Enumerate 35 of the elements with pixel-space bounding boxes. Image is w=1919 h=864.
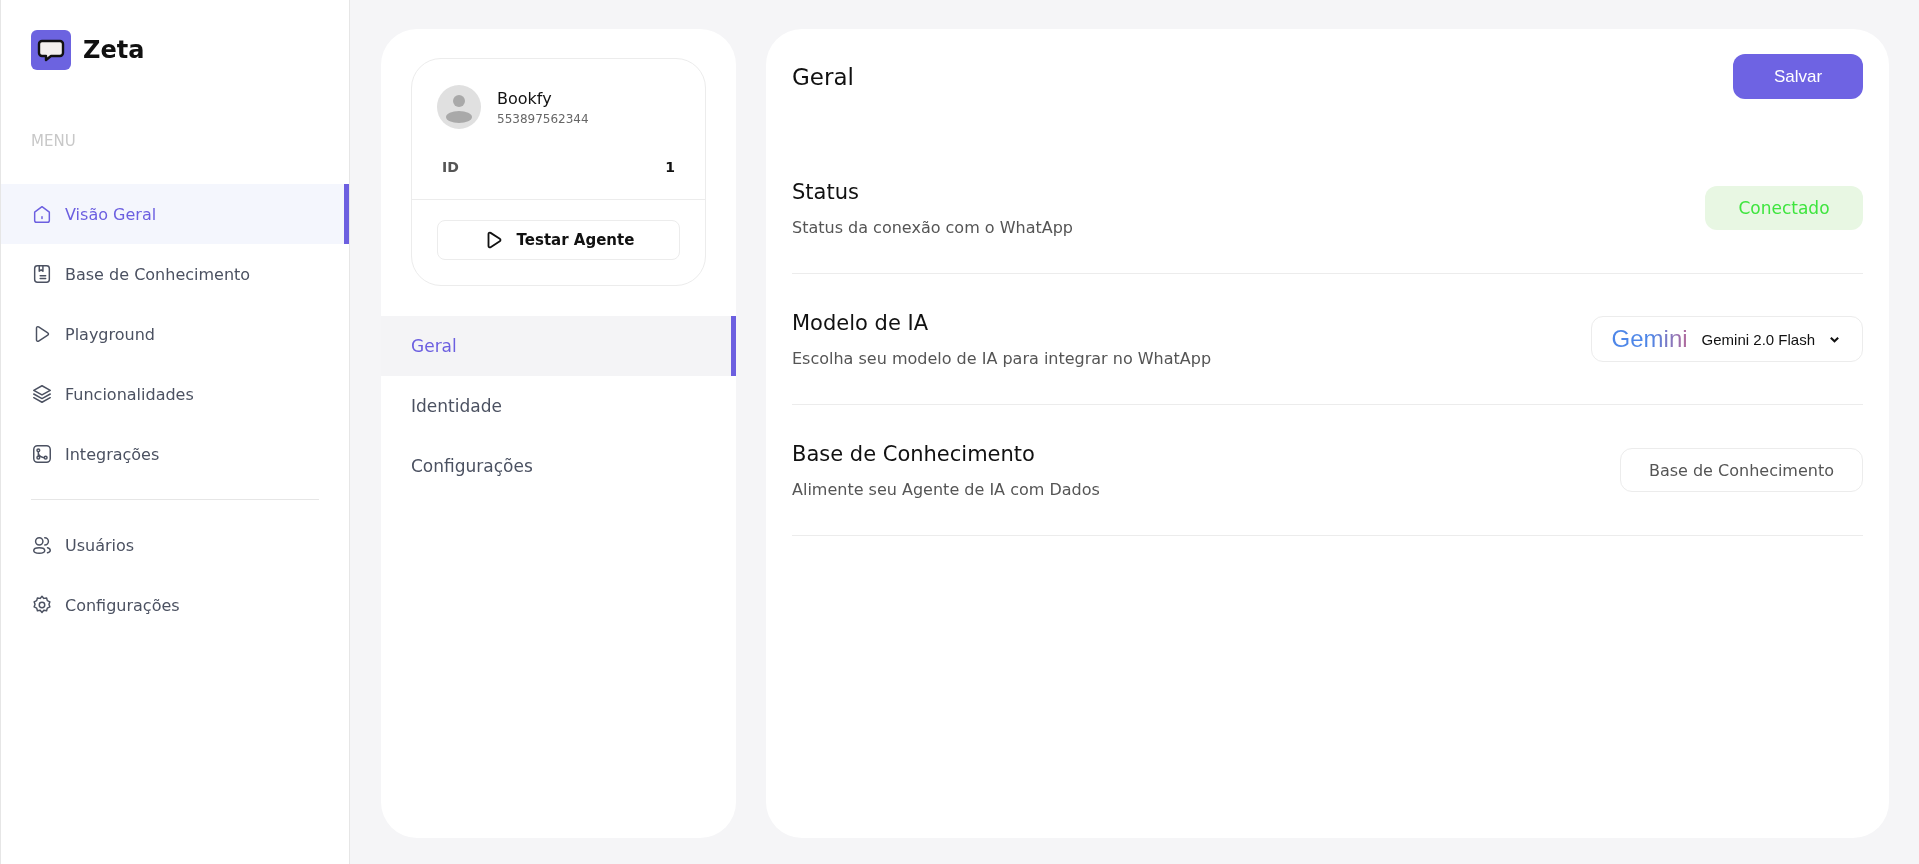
- id-value: 1: [665, 159, 675, 175]
- nav-item[interactable]: Usuários: [1, 515, 349, 575]
- status-badge: Conectado: [1705, 186, 1863, 230]
- id-label: ID: [442, 159, 459, 175]
- brand-name: Zeta: [83, 36, 145, 64]
- nav-item[interactable]: Playground: [1, 304, 349, 364]
- branch-icon: [31, 443, 53, 465]
- nav-item[interactable]: Visão Geral: [1, 184, 349, 244]
- home-icon: [31, 203, 53, 225]
- setting-title: Modelo de IA: [792, 310, 930, 335]
- agent-name: Bookfy: [497, 88, 553, 108]
- settings-tab[interactable]: Identidade: [381, 376, 736, 436]
- layers-icon: [31, 383, 53, 405]
- setting-description: Alimente seu Agente de IA com Dados: [792, 479, 1100, 499]
- nav-item[interactable]: Base de Conhecimento: [1, 244, 349, 304]
- nav-item[interactable]: Integrações: [1, 424, 349, 484]
- agent-phone: 553897562344: [497, 111, 589, 126]
- setting-description: Status da conexão com o WhatApp: [792, 217, 1073, 237]
- settings-tab[interactable]: Configurações: [381, 436, 736, 496]
- settings-tab[interactable]: Geral: [381, 316, 736, 376]
- nav-item[interactable]: Funcionalidades: [1, 364, 349, 424]
- avatar-icon: [437, 85, 481, 129]
- test-agent-button[interactable]: Testar Agente: [437, 220, 680, 260]
- page-title: Geral: [792, 63, 854, 90]
- save-button[interactable]: Salvar: [1733, 54, 1863, 99]
- nav-item[interactable]: Configurações: [1, 575, 349, 635]
- knowledge-base-button[interactable]: Base de Conhecimento: [1619, 448, 1863, 492]
- users-icon: [31, 534, 53, 556]
- settings-icon: [31, 594, 53, 616]
- book-icon: [31, 263, 53, 285]
- model-dropdown[interactable]: Gemini Gemini 2.0 Flash: [1590, 316, 1863, 362]
- chat-bubble-logo-icon: [31, 30, 71, 70]
- setting-title: Status: [792, 179, 860, 204]
- setting-description: Escolha seu modelo de IA para integrar no WhatApp: [792, 348, 1212, 368]
- setting-title: Base de Conhecimento: [792, 441, 1036, 466]
